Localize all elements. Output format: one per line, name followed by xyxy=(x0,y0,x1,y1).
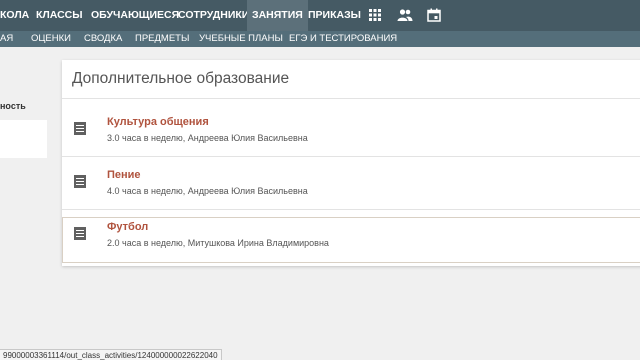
activity-name[interactable]: Пение xyxy=(107,169,141,181)
activity-name[interactable]: Культура общения xyxy=(107,116,209,128)
sidebar-panel xyxy=(0,120,47,158)
nav-item-classes[interactable]: КЛАССЫ xyxy=(36,0,83,31)
activities-card: Дополнительное образование Культура обще… xyxy=(62,60,640,266)
people-icon[interactable] xyxy=(397,8,413,22)
subnav-item-grades[interactable]: ОЦЕНКИ xyxy=(31,31,71,47)
document-icon xyxy=(74,175,86,188)
status-bar-url: 99000003361114/out_class_activities/1240… xyxy=(0,349,222,360)
activity-item[interactable]: Футбол 2.0 часа в неделю, Митушкова Ирин… xyxy=(62,217,640,263)
activity-item[interactable]: Культура общения 3.0 часа в неделю, Андр… xyxy=(62,112,640,158)
divider xyxy=(62,156,640,157)
subnav-item-exams[interactable]: ЕГЭ И ТЕСТИРОВАНИЯ xyxy=(289,31,397,47)
document-icon xyxy=(74,122,86,135)
activity-meta: 3.0 часа в неделю, Андреева Юлия Василье… xyxy=(107,133,308,143)
subnav-item-summary[interactable]: СВОДКА xyxy=(84,31,122,47)
divider xyxy=(62,209,640,210)
grid-icon[interactable] xyxy=(368,8,382,22)
activity-item[interactable]: Пение 4.0 часа в неделю, Андреева Юлия В… xyxy=(62,165,640,211)
page-title: Дополнительное образование xyxy=(72,70,290,87)
sidebar-item-label[interactable]: ность xyxy=(0,101,26,111)
activity-meta: 4.0 часа в неделю, Андреева Юлия Василье… xyxy=(107,186,308,196)
nav-item-lessons[interactable]: ЗАНЯТИЯ xyxy=(247,0,308,31)
nav-item-staff[interactable]: СОТРУДНИКИ xyxy=(178,0,249,31)
nav-item-students[interactable]: ОБУЧАЮЩИЕСЯ xyxy=(91,0,179,31)
divider xyxy=(62,98,640,99)
calendar-icon[interactable] xyxy=(427,8,441,22)
top-nav: КОЛА КЛАССЫ ОБУЧАЮЩИЕСЯ СОТРУДНИКИ ЗАНЯТ… xyxy=(0,0,640,31)
nav-item-school[interactable]: КОЛА xyxy=(0,0,29,31)
subnav-item-curricula[interactable]: УЧЕБНЫЕ ПЛАНЫ xyxy=(199,31,283,47)
activity-meta: 2.0 часа в неделю, Митушкова Ирина Влади… xyxy=(107,238,329,248)
activity-name[interactable]: Футбол xyxy=(107,221,148,233)
document-icon xyxy=(74,227,86,240)
sub-nav: АЯ ОЦЕНКИ СВОДКА ПРЕДМЕТЫ УЧЕБНЫЕ ПЛАНЫ … xyxy=(0,31,640,47)
nav-item-orders[interactable]: ПРИКАЗЫ xyxy=(308,0,361,31)
subnav-item-journal[interactable]: АЯ xyxy=(0,31,13,47)
subnav-item-subjects[interactable]: ПРЕДМЕТЫ xyxy=(135,31,189,47)
